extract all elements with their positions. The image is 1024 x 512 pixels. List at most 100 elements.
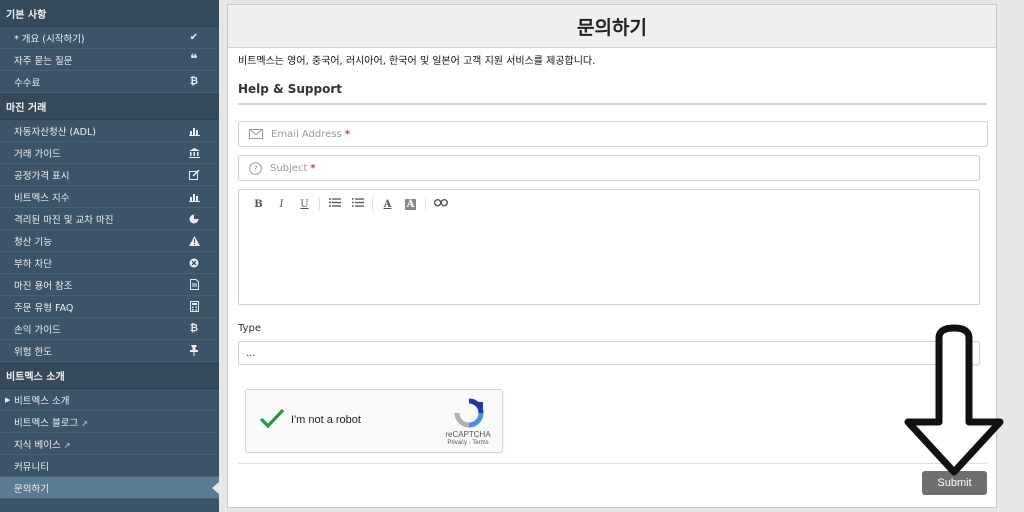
envelope-icon — [249, 129, 263, 139]
sidebar-item-label: 청산 기능 — [14, 236, 52, 248]
sidebar-item-label: 마진 용어 참조 — [14, 280, 73, 292]
warning-icon — [187, 235, 201, 246]
sidebar-item-trading-guide[interactable]: 거래 가이드 — [0, 142, 219, 164]
question-circle-icon: ? — [249, 161, 262, 175]
recaptcha-logo-icon — [454, 398, 484, 432]
editor-toolbar: B I U A A — [239, 190, 979, 218]
sidebar-item-overview[interactable]: * 개요 (시작하기) ✔ — [0, 27, 219, 49]
section-title: 마진 거래 — [6, 102, 47, 114]
sidebar-item-community[interactable]: 커뮤니티 — [0, 455, 219, 477]
calculator-icon — [187, 301, 201, 312]
required-marker: * — [344, 128, 350, 140]
type-label: Type — [238, 323, 261, 334]
sidebar-item-liquidation[interactable]: 청산 기능 — [0, 230, 219, 252]
sidebar-item-label: 주문 유형 FAQ — [14, 302, 74, 314]
svg-text:?: ? — [253, 164, 257, 173]
sidebar-item-label: 지식 베이스 — [14, 439, 61, 451]
sidebar-item-label: * 개요 (시작하기) — [14, 33, 85, 45]
external-link-icon: ↗ — [63, 440, 71, 450]
sidebar-item-blog[interactable]: 비트멕스 블로그 ↗ — [0, 411, 219, 433]
sidebar-item-label: 공정가격 표시 — [14, 170, 70, 182]
submit-button[interactable]: Submit — [922, 471, 987, 495]
sidebar-item-label: 커뮤니티 — [14, 461, 49, 473]
sidebar-item-label: 위험 한도 — [14, 346, 52, 358]
recaptcha-widget: I'm not a robot reCAPTCHA Privacy - Term… — [245, 389, 503, 453]
sidebar-section-basics: 기본 사항 — [0, 0, 219, 27]
section-divider — [238, 103, 987, 105]
subject-placeholder: Subject — [270, 162, 308, 174]
type-select[interactable]: ... — [238, 341, 980, 365]
sidebar-item-contact[interactable]: 문의하기 — [0, 477, 219, 499]
bitcoin-icon: ₿ — [189, 76, 199, 87]
bold-button[interactable]: B — [247, 199, 270, 210]
sidebar-item-label: 거래 가이드 — [14, 148, 61, 160]
sidebar-item-about[interactable]: ▶ 비트멕스 소개 — [0, 389, 219, 411]
sidebar-item-label: 비트멕스 블로그 — [14, 417, 79, 429]
sidebar-item-index[interactable]: 비트멕스 지수 — [0, 186, 219, 208]
quote-icon: ❝ — [190, 52, 198, 67]
edit-icon — [187, 169, 201, 180]
email-placeholder: Email Address — [271, 128, 342, 140]
sidebar-item-knowledge-base[interactable]: 지식 베이스 ↗ — [0, 433, 219, 455]
section-title: 기본 사항 — [6, 9, 47, 21]
sidebar-item-adl[interactable]: 자동자산청산 (ADL) — [0, 120, 219, 142]
toolbar-separator — [319, 197, 320, 211]
sidebar-section-about: 비트멕스 소개 — [0, 362, 219, 389]
intro-text: 비트멕스는 영어, 중국어, 러시아어, 한국어 및 일본어 고객 지원 서비스… — [238, 56, 596, 67]
subject-field[interactable]: ? Subject * — [238, 155, 980, 181]
sidebar-section-margin: 마진 거래 — [0, 93, 219, 120]
sidebar-item-label: 비트멕스 지수 — [14, 192, 70, 204]
close-circle-icon — [187, 258, 201, 268]
sidebar: 기본 사항 * 개요 (시작하기) ✔ 자주 묻는 질문 ❝ 수수료 ₿ 마진 거래 … — [0, 0, 219, 512]
font-color-button[interactable]: A — [376, 199, 399, 210]
sidebar-item-label: 격리된 마진 및 교차 마진 — [14, 214, 114, 226]
checkmark-icon: ✔ — [189, 32, 199, 43]
document-icon — [187, 279, 201, 290]
sidebar-item-label: 수수료 — [14, 77, 41, 89]
recaptcha-checkbox[interactable] — [258, 407, 286, 435]
background-color-glyph: A — [404, 198, 417, 210]
numbered-list-button[interactable] — [346, 198, 369, 210]
sidebar-item-label: 문의하기 — [14, 483, 49, 495]
bank-icon — [187, 147, 201, 158]
form-divider — [238, 463, 988, 464]
sidebar-item-label: 손익 가이드 — [14, 324, 61, 336]
pin-icon — [187, 345, 201, 356]
page-title: 문의하기 — [228, 5, 996, 48]
toolbar-separator — [372, 197, 373, 211]
sidebar-item-label: 비트멕스 소개 — [14, 395, 70, 407]
sidebar-item-fees[interactable]: 수수료 ₿ — [0, 71, 219, 93]
sidebar-item-fair-price[interactable]: 공정가격 표시 — [0, 164, 219, 186]
sidebar-item-glossary[interactable]: 마진 용어 참조 — [0, 274, 219, 296]
sidebar-item-risk-limits[interactable]: 위험 한도 — [0, 340, 219, 362]
italic-button[interactable]: I — [270, 199, 293, 210]
message-editor[interactable]: B I U A A — [238, 189, 980, 305]
bar-chart-icon — [187, 192, 201, 202]
section-title: 비트멕스 소개 — [6, 371, 65, 383]
recaptcha-label: I'm not a robot — [291, 414, 361, 426]
external-link-icon: ↗ — [81, 418, 88, 428]
link-icon[interactable] — [429, 198, 452, 210]
bulleted-list-button[interactable] — [323, 198, 346, 210]
recaptcha-terms-link[interactable]: Privacy - Terms — [436, 440, 500, 446]
main-content: 문의하기 비트멕스는 영어, 중국어, 러시아어, 한국어 및 일본어 고객 지… — [227, 4, 997, 508]
sidebar-item-load-shedding[interactable]: 부하 차단 — [0, 252, 219, 274]
sidebar-item-label: 자주 묻는 질문 — [14, 55, 73, 67]
sidebar-item-label: 자동자산청산 (ADL) — [14, 126, 96, 138]
pie-chart-icon — [187, 214, 201, 224]
bitcoin-icon: ₿ — [189, 323, 199, 334]
bar-chart-icon — [187, 126, 201, 136]
toolbar-separator — [425, 197, 426, 211]
sidebar-item-pnl-guide[interactable]: 손익 가이드 ₿ — [0, 318, 219, 340]
email-field[interactable]: Email Address * — [238, 121, 988, 147]
caret-right-icon: ▶ — [5, 395, 11, 404]
sidebar-item-faq[interactable]: 자주 묻는 질문 ❝ — [0, 49, 219, 71]
section-heading: Help & Support — [238, 82, 342, 96]
sidebar-item-margin-types[interactable]: 격리된 마진 및 교차 마진 — [0, 208, 219, 230]
sidebar-item-label: 부하 차단 — [14, 258, 52, 270]
underline-button[interactable]: U — [293, 199, 316, 210]
sidebar-item-order-types[interactable]: 주문 유형 FAQ — [0, 296, 219, 318]
type-select-value: ... — [246, 347, 256, 359]
required-marker: * — [310, 162, 316, 174]
background-color-button[interactable]: A — [399, 198, 422, 210]
